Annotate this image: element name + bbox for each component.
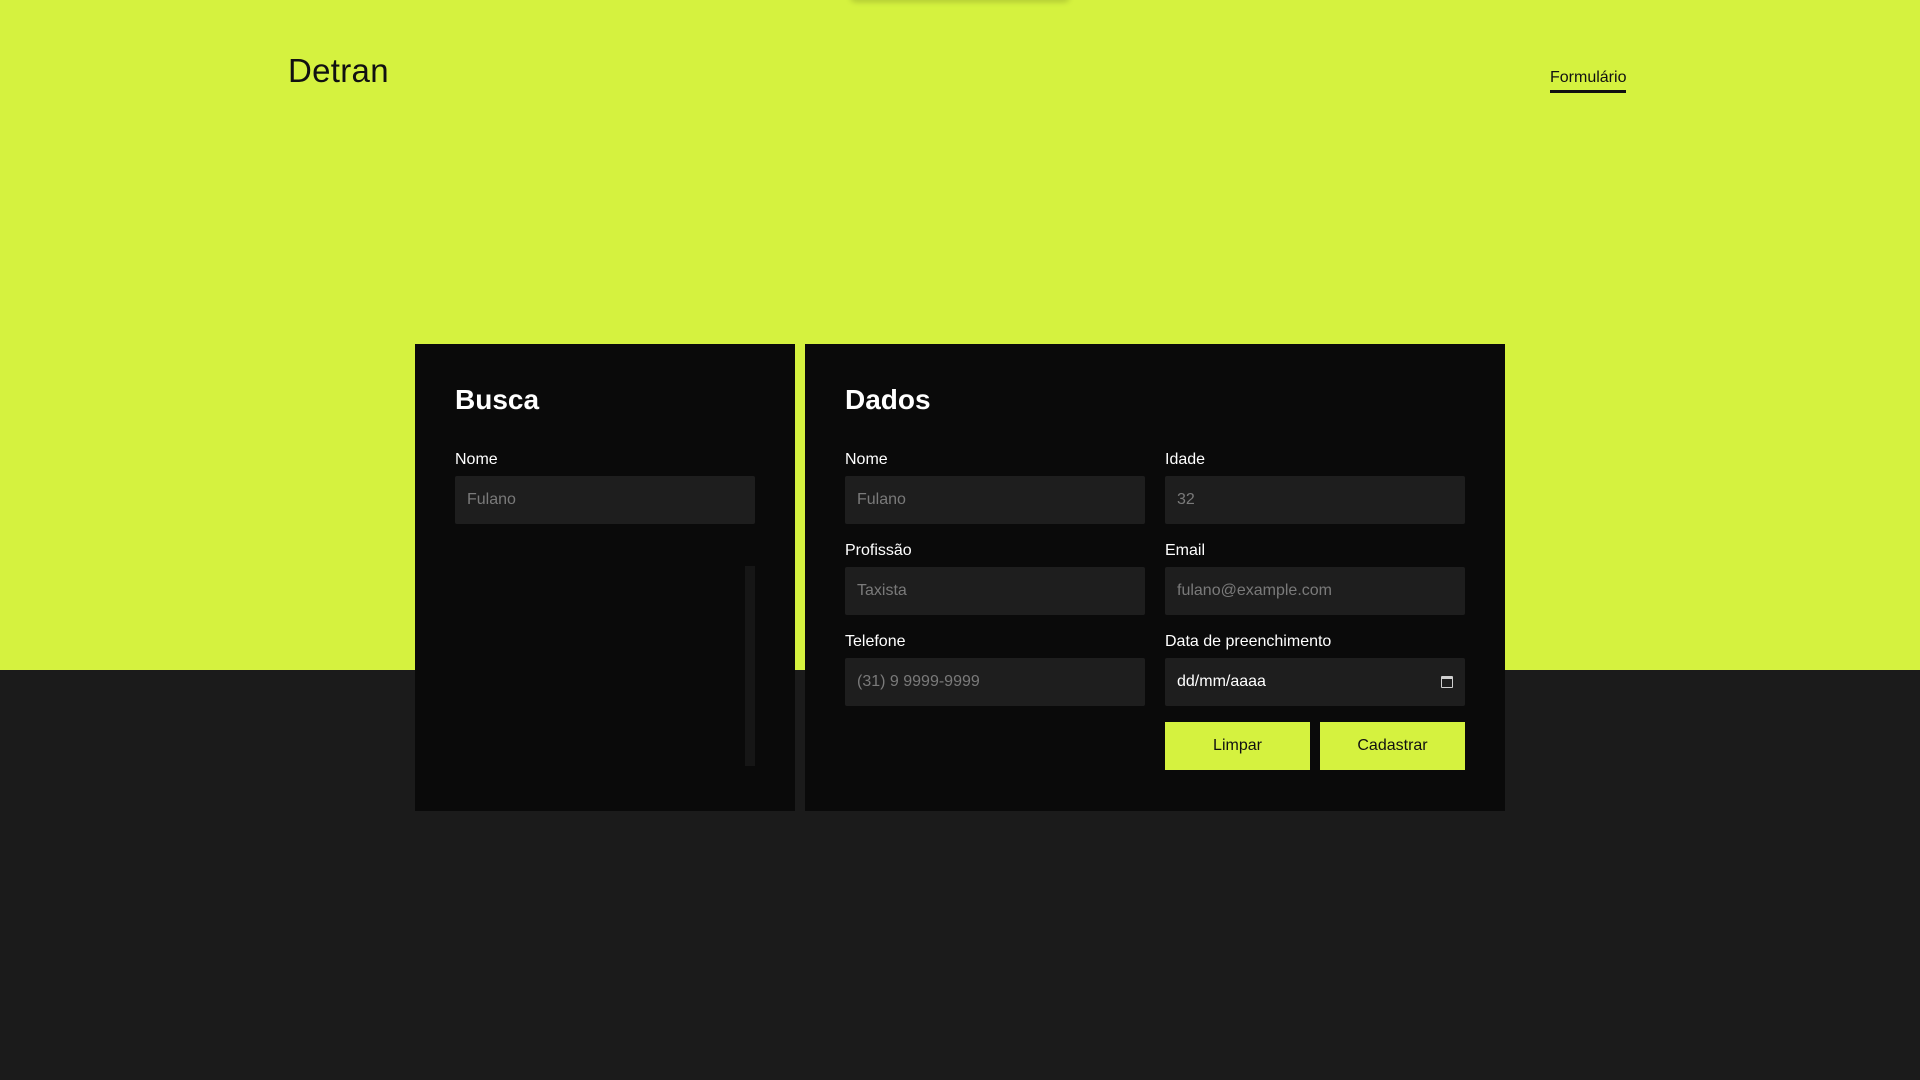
date-value: dd/mm/aaaa [1177,673,1266,690]
idade-label: Idade [1165,451,1206,468]
data-preenchimento-field: Data de preenchimento dd/mm/aaaa [1165,632,1465,706]
telefone-field: Telefone [845,632,1145,706]
idade-input[interactable] [1165,476,1465,524]
nome-input[interactable] [845,476,1145,524]
results-scrollbar[interactable] [745,566,755,766]
nome-label: Nome [845,451,888,468]
profissao-input[interactable] [845,567,1145,615]
data-preenchimento-input[interactable]: dd/mm/aaaa [1165,658,1465,706]
cadastrar-button[interactable]: Cadastrar [1320,722,1465,770]
email-label: Email [1165,542,1206,559]
profissao-field: Profissão [845,541,1145,615]
search-name-input[interactable] [455,476,755,524]
data-panel-title: Dados [845,384,931,415]
search-panel: Busca Nome [415,344,795,811]
search-results-list[interactable] [455,566,755,766]
telefone-label: Telefone [845,633,906,650]
email-field: Email [1165,541,1465,615]
profissao-label: Profissão [845,542,912,559]
brand-logo: Detran [288,52,389,89]
telefone-input[interactable] [845,658,1145,706]
search-panel-title: Busca [455,384,540,415]
email-input[interactable] [1165,567,1465,615]
search-name-label: Nome [455,451,498,468]
nav-link-formulario[interactable]: Formulário [1550,69,1627,93]
calendar-icon[interactable] [1441,676,1453,688]
nome-field: Nome [845,450,1145,524]
data-preenchimento-label: Data de preenchimento [1165,633,1332,650]
idade-field: Idade [1165,450,1465,524]
data-panel: Dados Nome Idade Profissão Email Telefon… [805,344,1505,811]
limpar-button[interactable]: Limpar [1165,722,1310,770]
search-name-field: Nome [455,450,755,524]
